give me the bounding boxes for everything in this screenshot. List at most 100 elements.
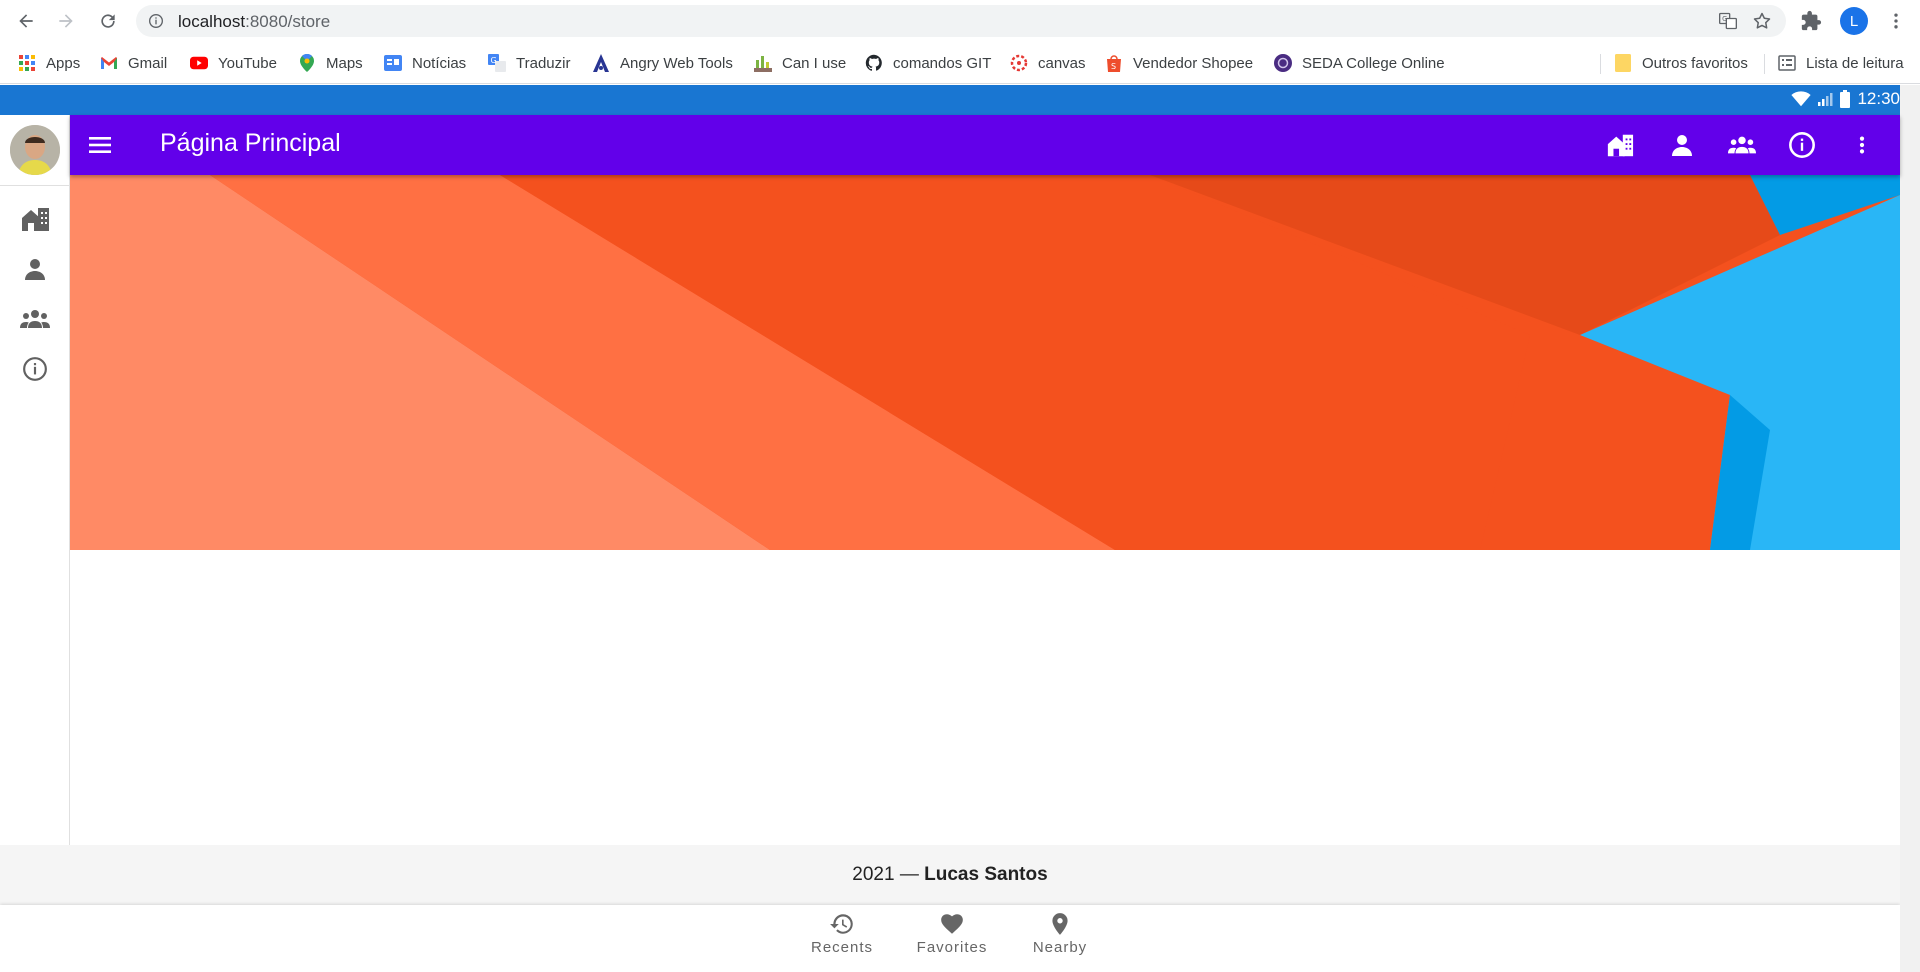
address-bar[interactable]: localhost:8080/store G	[136, 5, 1786, 37]
svg-text:G: G	[491, 56, 497, 65]
bottom-nav-recents[interactable]: Recents	[797, 911, 887, 956]
bookmarks-bar: Apps Gmail YouTube Maps Notícias G Tradu…	[0, 42, 1920, 84]
rail-item-store[interactable]	[17, 201, 53, 237]
rail-divider	[0, 185, 70, 186]
browser-toolbar: localhost:8080/store G L	[0, 0, 1920, 42]
bookmark-youtube[interactable]: YouTube	[190, 52, 277, 74]
clock-time: 12:30	[1857, 89, 1900, 108]
browser-menu-icon[interactable]	[1886, 10, 1906, 32]
hero-banner-image	[70, 175, 1900, 550]
footer-dash: —	[894, 864, 925, 885]
bookmark-label: Can I use	[782, 54, 847, 72]
appbar-info-icon[interactable]	[1788, 131, 1816, 159]
bookmark-label: Outros favoritos	[1642, 54, 1748, 72]
appbar-more-icon[interactable]	[1848, 131, 1876, 159]
bookmark-label: Apps	[46, 54, 81, 72]
bookmark-lista-de-leitura[interactable]: Lista de leitura	[1778, 52, 1904, 74]
app-bar: Página Principal	[70, 115, 1900, 175]
navigation-rail	[0, 115, 70, 845]
bookmark-comandos-git[interactable]: comandos GIT	[865, 52, 991, 74]
github-icon	[865, 54, 883, 72]
bookmark-label: comandos GIT	[893, 54, 992, 72]
menu-icon[interactable]	[88, 133, 112, 157]
angry-tools-icon	[592, 54, 610, 72]
news-icon	[384, 54, 402, 72]
reading-list-icon	[1778, 54, 1796, 72]
appbar-group-icon[interactable]	[1728, 131, 1756, 159]
bookmark-canvas[interactable]: canvas	[1010, 52, 1086, 74]
bookmarks-divider	[1764, 54, 1765, 74]
info-icon	[22, 356, 48, 382]
reload-icon[interactable]	[96, 9, 120, 33]
bookmark-seda-college[interactable]: SEDA College Online	[1274, 52, 1445, 74]
translate-page-icon[interactable]: G	[1718, 11, 1738, 31]
bookmark-noticias[interactable]: Notícias	[384, 52, 466, 74]
bookmark-outros-favoritos[interactable]: Outros favoritos	[1614, 52, 1748, 74]
forward-icon[interactable]	[54, 9, 78, 33]
bookmark-label: Gmail	[128, 54, 168, 72]
bookmark-traduzir[interactable]: G Traduzir	[488, 52, 570, 74]
bottom-nav-label: Recents	[810, 939, 874, 956]
profile-initial: L	[1849, 12, 1859, 30]
gmail-icon	[100, 54, 118, 72]
site-info-icon[interactable]	[148, 13, 164, 29]
rail-item-group[interactable]	[17, 301, 53, 337]
bookmark-label: Maps	[326, 54, 363, 72]
location-pin-icon	[1047, 911, 1073, 937]
bookmark-label: canvas	[1038, 54, 1086, 72]
bookmark-label: Vendedor Shopee	[1133, 54, 1254, 72]
bookmark-label: Traduzir	[516, 54, 571, 72]
extensions-icon[interactable]	[1800, 10, 1822, 32]
svg-text:G: G	[1722, 15, 1727, 23]
bookmarks-divider	[1600, 54, 1601, 74]
footer-year: 2021	[852, 864, 895, 885]
bookmark-label: Notícias	[412, 54, 467, 72]
bookmark-label: Angry Web Tools	[620, 54, 733, 72]
appbar-store-icon[interactable]	[1606, 131, 1634, 159]
caniuse-icon	[754, 54, 772, 72]
bottom-nav-label: Favorites	[916, 939, 988, 956]
bookmark-label: YouTube	[218, 54, 277, 72]
svg-text:S: S	[1111, 62, 1116, 71]
bookmark-maps[interactable]: Maps	[298, 52, 363, 74]
maps-pin-icon	[298, 54, 316, 72]
youtube-icon	[190, 54, 208, 72]
bottom-nav-nearby[interactable]: Nearby	[1015, 911, 1105, 956]
translate-icon: G	[488, 54, 506, 72]
url-host: localhost	[178, 12, 246, 31]
back-icon[interactable]	[14, 9, 38, 33]
shopee-icon: S	[1105, 54, 1123, 72]
url-text: localhost:8080/store	[178, 12, 330, 32]
canvas-icon	[1010, 54, 1028, 72]
bookmark-angry-web-tools[interactable]: Angry Web Tools	[592, 52, 733, 74]
battery-icon	[1839, 90, 1851, 108]
bottom-nav-favorites[interactable]: Favorites	[907, 911, 997, 956]
footer-author: Lucas Santos	[924, 864, 1048, 885]
bottom-nav-label: Nearby	[1032, 939, 1088, 956]
apps-grid-icon	[18, 54, 36, 72]
wifi-icon	[1791, 91, 1812, 107]
bookmark-gmail[interactable]: Gmail	[100, 52, 167, 74]
bookmark-can-i-use[interactable]: Can I use	[754, 52, 846, 74]
profile-avatar[interactable]: L	[1840, 7, 1868, 35]
page-title: Página Principal	[160, 129, 341, 157]
appbar-person-icon[interactable]	[1668, 131, 1696, 159]
device-status-bar: 12:30	[0, 85, 1920, 115]
bookmark-star-icon[interactable]	[1752, 11, 1772, 31]
group-icon	[20, 308, 50, 330]
person-icon	[23, 257, 47, 281]
rail-item-person[interactable]	[17, 251, 53, 287]
user-avatar[interactable]	[10, 125, 60, 175]
bottom-navigation: Recents Favorites Nearby	[0, 905, 1900, 972]
bookmark-label: Lista de leitura	[1806, 54, 1904, 72]
bookmark-vendedor-shopee[interactable]: S Vendedor Shopee	[1105, 52, 1253, 74]
bookmark-apps[interactable]: Apps	[18, 52, 80, 74]
rail-item-info[interactable]	[17, 351, 53, 387]
url-path: :8080/store	[245, 12, 331, 31]
heart-icon	[938, 911, 966, 937]
page-scrollbar[interactable]	[1900, 85, 1920, 972]
store-icon	[20, 206, 50, 232]
history-icon	[828, 911, 856, 937]
folder-icon	[1614, 54, 1632, 72]
seda-icon	[1274, 54, 1292, 72]
